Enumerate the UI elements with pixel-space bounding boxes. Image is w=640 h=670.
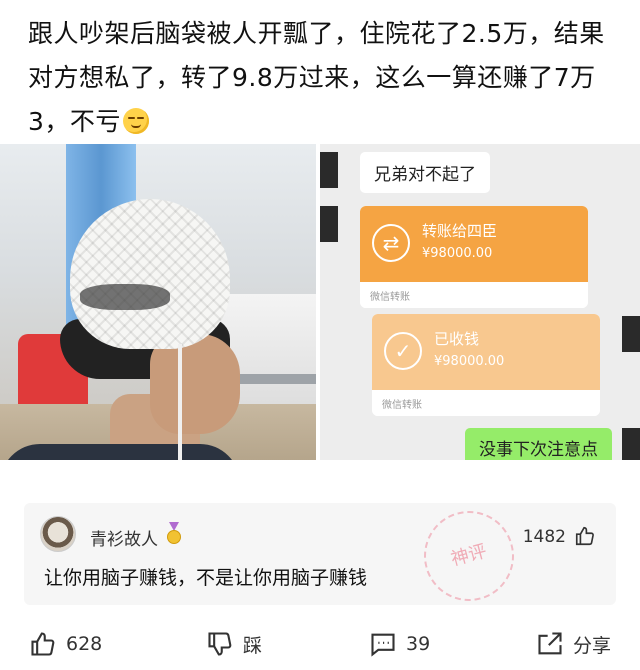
comment-text: 让你用脑子赚钱，不是让你用脑子赚钱 (44, 567, 368, 589)
thumbs-up-icon (28, 629, 58, 659)
transfer-card: ⇄ 转账给四臣 ¥98000.00 微信转账 (360, 206, 588, 308)
received-card: ✓ 已收钱 ¥98000.00 微信转账 (372, 314, 600, 416)
top-comment[interactable]: 青衫故人 神评 1482 让你用脑子赚钱，不是让你用脑子赚钱 (24, 500, 616, 612)
comment-button[interactable]: 39 (368, 628, 430, 660)
post-photo-hospital[interactable] (0, 144, 316, 460)
comment-count: 39 (406, 633, 431, 655)
shenping-stamp: 神评 (413, 500, 525, 612)
transfer-icon: ⇄ (372, 224, 410, 262)
comment-author[interactable]: 青衫故人 (90, 525, 158, 550)
post-photo-chat[interactable]: 兄弟对不起了 ⇄ 转账给四臣 ¥98000.00 微信转账 ✓ 已收钱 ¥980… (320, 144, 640, 460)
like-count: 628 (66, 633, 103, 655)
chat-message-out: 没事下次注意点 (465, 428, 612, 460)
post-body: 跟人吵架后脑袋被人开瓢了，住院花了2.5万，结果对方想私了，转了9.8万过来，这… (28, 19, 605, 136)
avatar[interactable] (40, 516, 76, 552)
chat-message-in: 兄弟对不起了 (360, 152, 490, 193)
bandaged-head (70, 199, 230, 349)
thumbs-up-icon[interactable] (574, 525, 596, 552)
dislike-label: 踩 (243, 634, 263, 657)
wire (178, 344, 182, 460)
received-amount: ¥98000.00 (434, 354, 505, 369)
medal-icon (166, 522, 182, 544)
dislike-button[interactable]: 踩 (205, 628, 262, 660)
shirt (0, 444, 240, 460)
like-button[interactable]: 628 (28, 628, 102, 660)
share-button[interactable]: 分享 (535, 628, 611, 660)
transfer-footer: 微信转账 (360, 282, 588, 308)
comment-icon (368, 629, 398, 659)
sender-avatar (320, 206, 338, 242)
transfer-title: 转账给四臣 (422, 222, 498, 240)
transfer-amount: ¥98000.00 (422, 246, 493, 261)
received-title: 已收钱 (434, 330, 480, 348)
action-bar: 628 踩 39 分享 (0, 618, 640, 670)
sender-avatar (320, 152, 338, 188)
comment-like-count: 1482 (522, 527, 566, 547)
post-text: 跟人吵架后脑袋被人开瓢了，住院花了2.5万，结果对方想私了，转了9.8万过来，这… (28, 12, 618, 144)
received-footer: 微信转账 (372, 390, 600, 416)
face (150, 334, 240, 434)
smirk-emoji-icon (122, 108, 149, 134)
check-icon: ✓ (384, 332, 422, 370)
share-icon (535, 629, 565, 659)
share-label: 分享 (573, 634, 612, 657)
receiver-avatar (622, 316, 640, 352)
bandage-stain (80, 284, 170, 310)
thumbs-down-icon (205, 629, 235, 659)
receiver-avatar (622, 428, 640, 460)
